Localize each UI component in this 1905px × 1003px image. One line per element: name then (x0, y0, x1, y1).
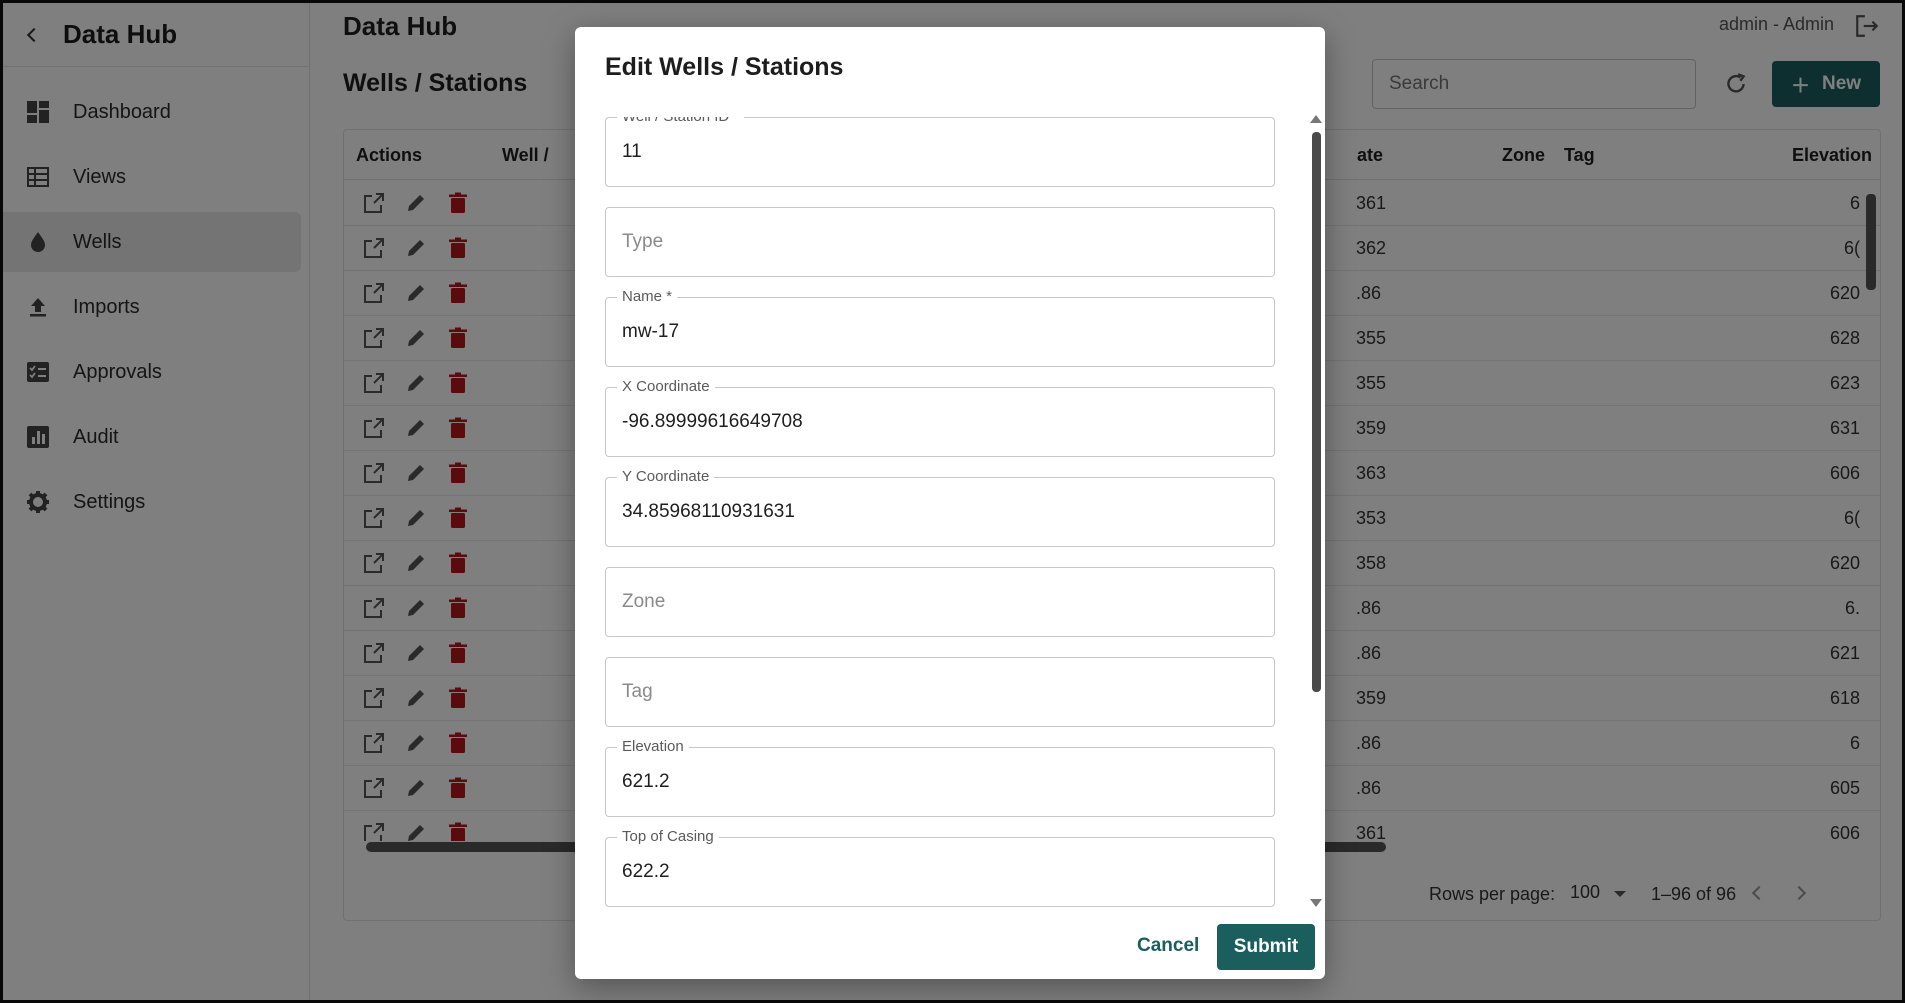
field-label: Y Coordinate (617, 469, 715, 485)
field-label: Top of Casing (617, 829, 719, 845)
scroll-down-icon[interactable] (1310, 899, 1322, 907)
field-placeholder[interactable]: Type (622, 231, 663, 253)
field-label: X Coordinate (617, 379, 715, 395)
field-value[interactable]: 34.85968110931631 (622, 501, 795, 523)
field-value[interactable]: 622.2 (622, 861, 670, 883)
field-outline (605, 567, 1275, 637)
dialog-scrollbar-thumb[interactable] (1312, 132, 1321, 692)
field-placeholder[interactable]: Zone (622, 591, 665, 613)
x-coordinate-field[interactable]: X Coordinate -96.89999616649708 (605, 379, 1275, 457)
field-label: Elevation (617, 739, 689, 755)
type-field[interactable]: Type (605, 207, 1275, 277)
top-of-casing-field[interactable]: Top of Casing 622.2 (605, 829, 1275, 907)
dialog-title: Edit Wells / Stations (605, 53, 844, 81)
field-outline (605, 657, 1275, 727)
field-outline (605, 207, 1275, 277)
dialog-body: Well / Station ID * 11 Type Name * mw-17 X Co… (605, 117, 1275, 907)
zone-field[interactable]: Zone (605, 567, 1275, 637)
field-value[interactable]: mw-17 (622, 321, 679, 343)
scroll-up-icon[interactable] (1310, 115, 1322, 123)
tag-field[interactable]: Tag (605, 657, 1275, 727)
field-placeholder[interactable]: Tag (622, 681, 653, 703)
field-label: Well / Station ID * (617, 117, 745, 125)
field-value[interactable]: -96.89999616649708 (622, 411, 803, 433)
edit-well-dialog: Edit Wells / Stations Well / Station ID … (575, 27, 1325, 979)
field-value[interactable]: 621.2 (622, 771, 670, 793)
field-value[interactable]: 11 (622, 141, 642, 163)
field-outline (605, 747, 1275, 817)
elevation-field[interactable]: Elevation 621.2 (605, 739, 1275, 817)
submit-button[interactable]: Submit (1217, 924, 1315, 970)
y-coordinate-field[interactable]: Y Coordinate 34.85968110931631 (605, 469, 1275, 547)
field-outline (605, 117, 1275, 187)
field-outline (605, 297, 1275, 367)
field-label: Name * (617, 289, 678, 305)
name-field[interactable]: Name * mw-17 (605, 289, 1275, 367)
well-station-id-field[interactable]: Well / Station ID * 11 (605, 117, 1275, 187)
cancel-button[interactable]: Cancel (1131, 927, 1205, 965)
field-outline (605, 837, 1275, 907)
